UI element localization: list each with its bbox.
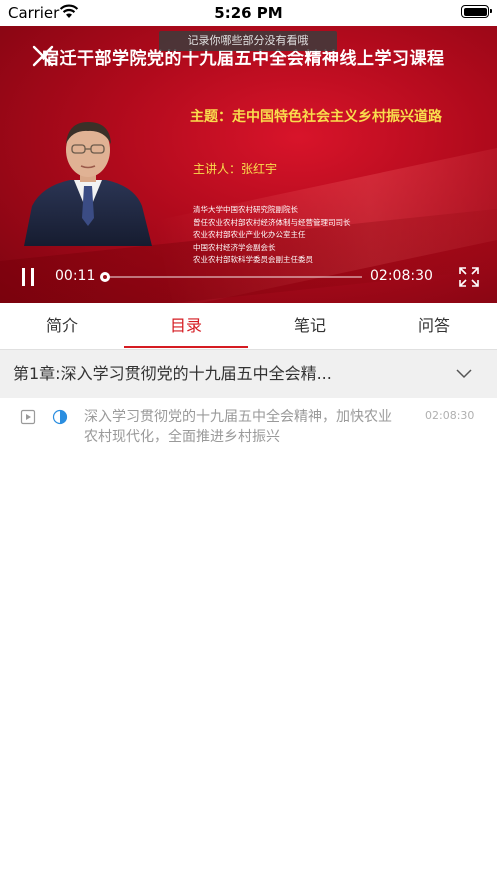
half-circle-progress-icon (52, 409, 68, 425)
total-time: 02:08:30 (370, 268, 433, 284)
clock: 5:26 PM (214, 4, 283, 22)
bio-line: 农业农村部软科学委员会副主任委员 (193, 255, 313, 264)
lecture-topic: 主题：走中国特色社会主义乡村振兴道路 (190, 109, 442, 125)
active-tab-indicator (124, 346, 248, 348)
status-bar: Carrier 5:26 PM (0, 0, 497, 26)
lecturer-portrait (24, 122, 152, 246)
video-player[interactable]: 宿迁干部学院党的十九届五中全会精神线上学习课程 记录你哪些部分没有看哦 主题：走… (0, 26, 497, 303)
course-tabs: 简介 目录 笔记 问答 (0, 303, 497, 350)
current-time: 00:11 (55, 268, 96, 284)
pause-button[interactable] (20, 267, 36, 287)
tab-catalog[interactable]: 目录 (124, 303, 248, 349)
progress-track[interactable] (100, 272, 362, 282)
lecturer-name: 主讲人：张红宇 (193, 162, 278, 176)
tab-qa[interactable]: 问答 (372, 303, 496, 349)
close-icon[interactable] (31, 44, 55, 68)
bio-line: 曾任农业农村部农村经济体制与经营管理司司长 (193, 217, 351, 227)
lecturer-bio: 清华大学中国农村研究院副院长 曾任农业农村部农村经济体制与经营管理司司长 农业农… (193, 204, 351, 267)
bio-line: 农业农村部农业产业化办公室主任 (193, 230, 306, 239)
tab-notes[interactable]: 笔记 (248, 303, 372, 349)
chevron-down-icon[interactable] (456, 367, 472, 379)
lesson-duration: 02:08:30 (425, 409, 475, 422)
tab-intro[interactable]: 简介 (0, 303, 124, 349)
video-file-icon (20, 409, 36, 425)
chapter-header[interactable]: 第1章:深入学习贯彻党的十九届五中全会精... (0, 350, 497, 398)
chapter-title: 第1章:深入学习贯彻党的十九届五中全会精... (13, 364, 332, 383)
battery-icon (461, 5, 492, 18)
lesson-item[interactable]: 深入学习贯彻党的十九届五中全会精神，加快农业农村现代化，全面推进乡村振兴 02:… (0, 398, 497, 456)
bio-line: 清华大学中国农村研究院副院长 (193, 205, 298, 214)
progress-record-tooltip: 记录你哪些部分没有看哦 (159, 31, 337, 51)
fullscreen-icon[interactable] (458, 266, 480, 288)
bio-line: 中国农村经济学会副会长 (193, 242, 276, 252)
lesson-title: 深入学习贯彻党的十九届五中全会精神，加快农业农村现代化，全面推进乡村振兴 (84, 409, 392, 445)
